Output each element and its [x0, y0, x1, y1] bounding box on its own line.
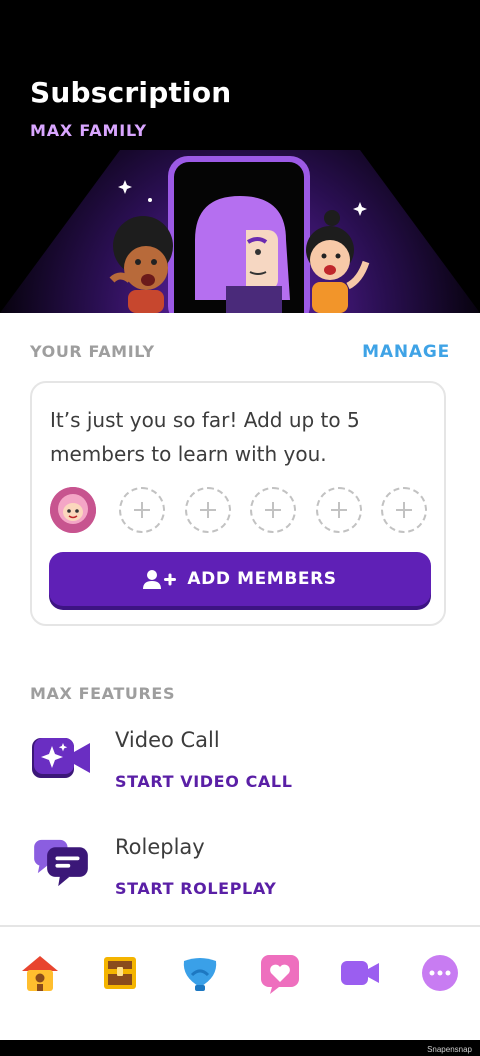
family-message: It’s just you so far! Add up to 5 member… — [50, 408, 360, 466]
more-icon[interactable] — [418, 951, 462, 995]
chat-bubbles-icon — [34, 839, 88, 887]
home-icon[interactable] — [18, 951, 62, 995]
hero-illustration — [109, 156, 370, 313]
start-roleplay-button[interactable]: START ROLEPLAY — [115, 879, 276, 898]
watermark: Snapensnap — [427, 1045, 472, 1054]
empty-member-slot[interactable] — [316, 487, 362, 533]
empty-member-slot[interactable] — [381, 487, 427, 533]
system-bar — [0, 1040, 480, 1056]
feature-title-roleplay: Roleplay — [115, 835, 205, 859]
video-sparkle-icon — [32, 738, 90, 778]
features-section-label: MAX FEATURES — [30, 684, 176, 703]
hero-banner: Subscription MAX FAMILY — [0, 0, 480, 313]
add-user-icon — [143, 570, 177, 589]
empty-member-slot[interactable] — [119, 487, 165, 533]
manage-link[interactable]: MANAGE — [362, 342, 450, 362]
user-avatar — [50, 487, 96, 533]
shield-icon[interactable] — [178, 951, 222, 995]
start-video-call-button[interactable]: START VIDEO CALL — [115, 772, 293, 791]
add-members-label: ADD MEMBERS — [187, 569, 337, 589]
empty-member-slot[interactable] — [185, 487, 231, 533]
family-section-label: YOUR FAMILY — [30, 342, 155, 361]
empty-member-slot[interactable] — [250, 487, 296, 533]
video-camera-icon[interactable] — [338, 951, 382, 995]
feature-title-video-call: Video Call — [115, 728, 220, 752]
avatar-face-icon — [50, 487, 96, 533]
bottom-tab-bar — [0, 925, 480, 1042]
treasure-chest-icon[interactable] — [98, 951, 142, 995]
heart-icon[interactable] — [258, 951, 302, 995]
family-card: It’s just you so far! Add up to 5 member… — [30, 381, 446, 626]
add-members-button[interactable]: ADD MEMBERS — [49, 552, 431, 606]
